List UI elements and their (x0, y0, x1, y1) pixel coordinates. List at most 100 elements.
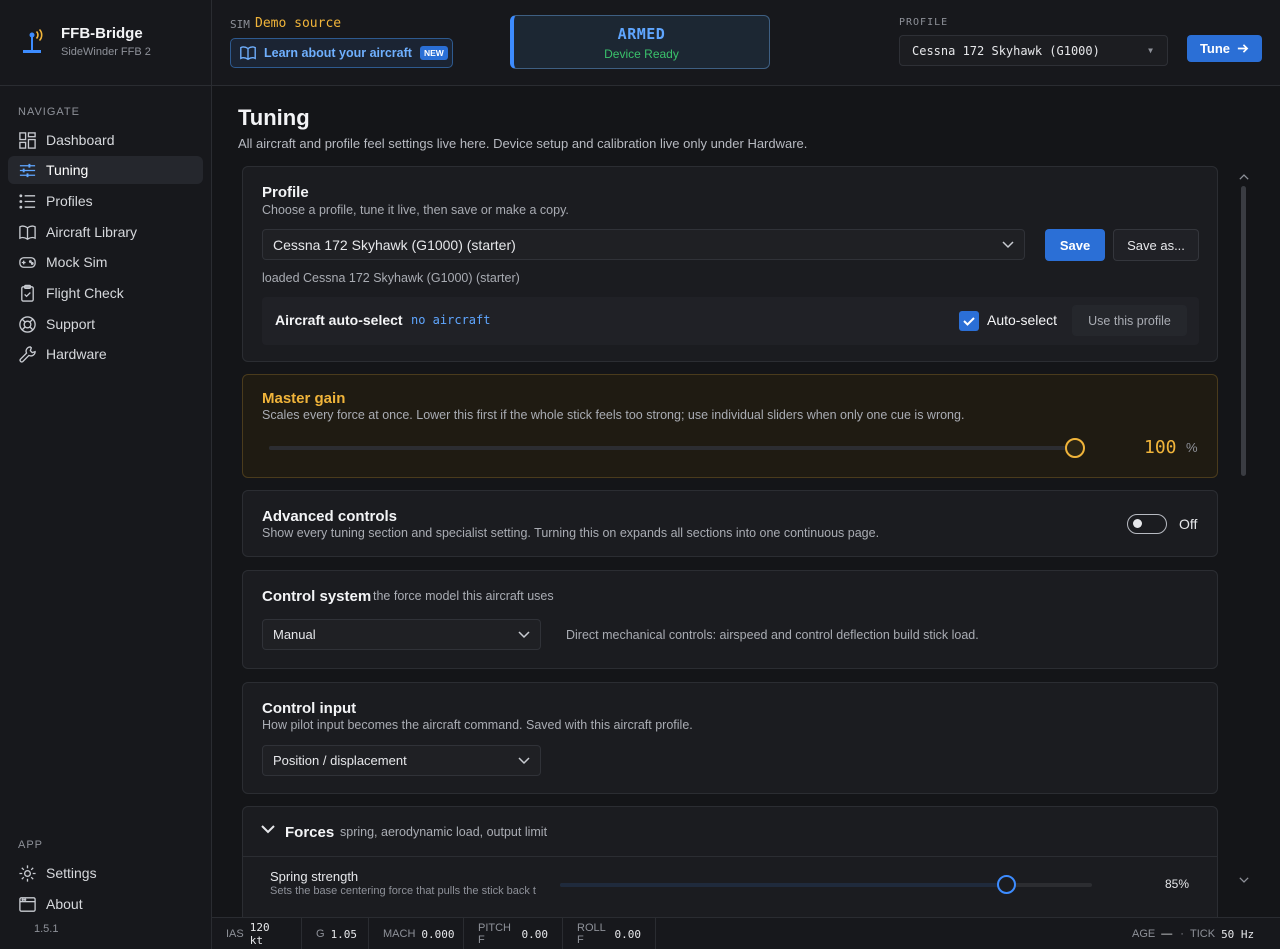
main-scrollbar[interactable] (1238, 174, 1250, 894)
forces-title: Forces (285, 824, 335, 841)
g-value: 1.05 (330, 927, 358, 941)
roll-force-stat: ROLL F 0.00 (563, 918, 656, 949)
age-stat: AGE — · (1132, 918, 1184, 949)
profile-label: PROFILE (899, 17, 949, 28)
use-this-profile-button[interactable]: Use this profile (1072, 305, 1187, 336)
book-icon (19, 225, 36, 240)
profile-card-subtitle: Choose a profile, tune it live, then sav… (262, 203, 569, 217)
forces-header[interactable]: Forces spring, aerodynamic load, output … (243, 807, 1217, 857)
nav-label: Profiles (46, 193, 93, 209)
forces-hint: spring, aerodynamic load, output limit (340, 825, 548, 839)
nav-dashboard[interactable]: Dashboard (8, 126, 203, 154)
control-input-select[interactable]: Position / displacement (262, 745, 541, 776)
control-system-select[interactable]: Manual (262, 619, 541, 650)
ias-stat: IAS 120 kt (212, 918, 302, 949)
master-gain-value: 100 (1144, 437, 1177, 458)
nav-aircraft-library[interactable]: Aircraft Library (8, 218, 203, 246)
roll-label: ROLL F (577, 922, 606, 946)
spring-strength-description: Sets the base centering force that pulls… (270, 885, 536, 897)
auto-select-label: Aircraft auto-select (275, 312, 403, 328)
brand: FFB-Bridge SideWinder FFB 2 (0, 0, 211, 86)
chevron-down-icon (518, 631, 530, 639)
status-bar: IAS 120 kt G 1.05 MACH 0.000 PITCH F 0.00 RO… (212, 917, 1280, 949)
control-system-hint: the force model this aircraft uses (373, 589, 554, 603)
learn-aircraft-button[interactable]: Learn about your aircraft NEW (230, 38, 453, 68)
control-input-value: Position / displacement (273, 753, 407, 768)
master-gain-slider[interactable] (269, 438, 1085, 458)
spring-strength-slider[interactable] (560, 875, 1092, 894)
tick-label: TICK (1190, 928, 1216, 940)
tick-value: 50 Hz (1221, 927, 1255, 941)
sim-label: SIM (230, 18, 250, 31)
mach-label: MACH (383, 928, 416, 940)
advanced-controls-card: Advanced controls Show every tuning sect… (242, 490, 1218, 557)
pitch-label: PITCH F (478, 922, 511, 946)
spring-strength-value: 85% (1165, 877, 1190, 891)
nav-settings[interactable]: Settings (8, 859, 203, 887)
nav-heading: NAVIGATE (18, 106, 80, 118)
master-gain-subtitle: Scales every force at once. Lower this f… (262, 408, 965, 422)
gamepad-icon (19, 256, 36, 268)
nav-hardware[interactable]: Hardware (8, 340, 203, 368)
sliders-icon (19, 163, 36, 177)
nav-profiles[interactable]: Profiles (8, 187, 203, 215)
profile-dropdown-value: Cessna 172 Skyhawk (G1000) (starter) (273, 236, 516, 253)
control-system-title: Control system (262, 588, 372, 605)
nav-about[interactable]: About (8, 890, 203, 918)
nav-mock-sim[interactable]: Mock Sim (8, 248, 203, 276)
page-subtitle: All aircraft and profile feel settings l… (238, 136, 808, 151)
save-button[interactable]: Save (1045, 229, 1105, 261)
sim-source: Demo source (255, 16, 342, 31)
separator-dot: · (1180, 928, 1184, 940)
nav-tuning[interactable]: Tuning (8, 156, 203, 184)
control-input-title: Control input (262, 700, 357, 717)
ias-value: 120 kt (249, 921, 270, 947)
chevron-down-icon (261, 825, 275, 834)
spring-strength-label: Spring strength (270, 869, 359, 884)
tune-button[interactable]: Tune (1187, 35, 1262, 62)
device-name: SideWinder FFB 2 (61, 46, 151, 58)
master-gain-title: Master gain (262, 390, 346, 407)
profile-card-title: Profile (262, 184, 309, 201)
arrow-right-icon (1237, 44, 1249, 53)
antenna-logo-icon (23, 28, 43, 53)
nav-support[interactable]: Support (8, 310, 203, 338)
slider-fill (560, 883, 1007, 887)
control-system-card: Control system the force model this airc… (242, 570, 1218, 669)
dashboard-icon (19, 131, 36, 149)
nav-flight-check[interactable]: Flight Check (8, 279, 203, 307)
slider-thumb[interactable] (997, 875, 1016, 894)
nav-label: Dashboard (46, 132, 115, 148)
chevron-down-icon (518, 757, 530, 765)
armed-title: ARMED (617, 25, 666, 43)
nav-label: About (46, 896, 83, 912)
scrollbar-thumb[interactable] (1241, 186, 1246, 476)
g-stat: G 1.05 (302, 918, 369, 949)
pitch-value: 0.00 (521, 927, 549, 941)
ias-label: IAS (226, 928, 244, 940)
profile-card: Profile Choose a profile, tune it live, … (242, 166, 1218, 362)
advanced-controls-toggle[interactable] (1127, 514, 1167, 534)
forces-card: Forces spring, aerodynamic load, output … (242, 806, 1218, 917)
nav-label: Hardware (46, 346, 107, 362)
slider-thumb[interactable] (1065, 438, 1085, 458)
nav-label: Mock Sim (46, 254, 108, 270)
checkmark-icon (963, 317, 975, 326)
save-as-button[interactable]: Save as... (1113, 229, 1199, 261)
control-system-description: Direct mechanical controls: airspeed and… (566, 628, 979, 642)
page-title: Tuning (238, 105, 310, 130)
advanced-controls-subtitle: Show every tuning section and specialist… (262, 526, 880, 540)
auto-select-checkbox[interactable] (959, 311, 979, 331)
advanced-controls-state: Off (1179, 516, 1198, 532)
mach-stat: MACH 0.000 (369, 918, 464, 949)
tune-label: Tune (1199, 41, 1231, 56)
profile-dropdown[interactable]: Cessna 172 Skyhawk (G1000) (starter) (262, 229, 1025, 260)
profile-select[interactable]: Cessna 172 Skyhawk (G1000) ▼ (899, 35, 1168, 66)
learn-label: Learn about your aircraft (264, 46, 412, 60)
loaded-profile-text: loaded Cessna 172 Skyhawk (G1000) (start… (262, 271, 520, 285)
advanced-controls-title: Advanced controls (262, 508, 398, 525)
app-version: 1.5.1 (34, 923, 59, 935)
pitch-force-stat: PITCH F 0.00 (464, 918, 563, 949)
roll-value: 0.00 (614, 927, 642, 941)
wrench-icon (19, 345, 36, 363)
